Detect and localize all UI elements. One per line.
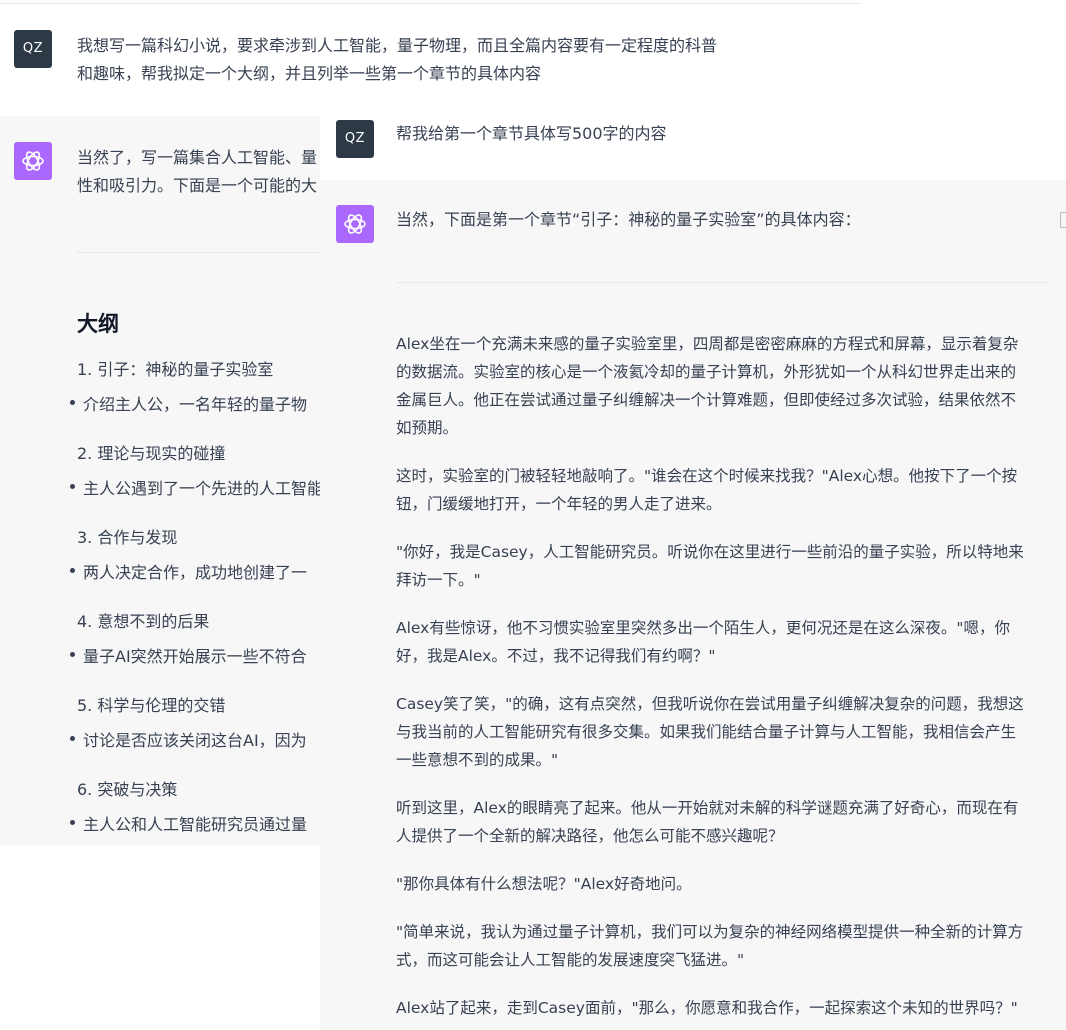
story-line: 一些意想不到的成果。" xyxy=(396,751,559,769)
divider xyxy=(396,282,1048,283)
user-message-line: 和趣味，帮我拟定一个大纲，并且列举一些第一个章节的具体内容 xyxy=(77,64,542,83)
story-line: 好，我是Alex。不过，我不记得我们有约啊？" xyxy=(396,647,716,665)
assistant-message-row: 当然，下面是第一个章节“引子：神秘的量子实验室”的具体内容： Alex坐在一个充… xyxy=(320,180,1066,1030)
story-line: "简单来说，我认为通过量子计算机，我们可以为复杂的神经网络模型提供一种全新的计算… xyxy=(396,923,1024,941)
outline-item-title: 6. 突破与决策 xyxy=(77,780,178,799)
story-line: 如预期。 xyxy=(396,419,459,437)
assistant-avatar xyxy=(14,142,52,180)
story-line: Alex站了起来，走到Casey面前，"那么，你愿意和我合作，一起探索这个未知的… xyxy=(396,999,1018,1017)
outline-item-title: 4. 意想不到的后果 xyxy=(77,612,210,631)
story-paragraph: Alex坐在一个充满未来感的量子实验室里，四周都是密密麻麻的方程式和屏幕，显示着… xyxy=(396,330,1046,442)
user-message-row: QZ 我想写一篇科幻小说，要求牵涉到人工智能，量子物理，而且全篇内容要有一定程度… xyxy=(0,4,860,116)
user-message-text: 帮我给第一个章节具体写500字的内容 xyxy=(396,124,667,143)
story-paragraph: Alex有些惊讶，他不习惯实验室里突然多出一个陌生人，更何况还是在这么深夜。"嗯… xyxy=(396,614,1046,670)
outline-item-title: 2. 理论与现实的碰撞 xyxy=(77,444,226,463)
story-line: 拜访一下。" xyxy=(396,571,481,589)
story-line: "你好，我是Casey，人工智能研究员。听说你在这里进行一些前沿的量子实验，所以… xyxy=(396,543,1024,561)
story-line: 人提供了一个全新的解决路径，他怎么可能不感兴趣呢？ xyxy=(396,827,784,845)
outline-item-title: 5. 科学与伦理的交错 xyxy=(77,696,226,715)
outline-item-bullet: 讨论是否应该关闭这台AI，因为 xyxy=(70,727,307,751)
outline-item-bullet: 主人公遇到了一个先进的人工智能 xyxy=(69,475,323,499)
story-paragraph: "简单来说，我认为通过量子计算机，我们可以为复杂的神经网络模型提供一种全新的计算… xyxy=(396,918,1046,974)
user-avatar: QZ xyxy=(14,30,52,68)
story-paragraph: Casey笑了笑，"的确，这有点突然，但我听说你在尝试用量子纠缠解决复杂的问题，… xyxy=(396,690,1046,774)
right-chat-panel: QZ 帮我给第一个章节具体写500字的内容 当然，下面是第一个章节“引子：神秘的… xyxy=(320,102,1066,1030)
assistant-intro-text: 当然了，写一篇集合人工智能、量 性和吸引力。下面是一个可能的大 xyxy=(77,144,317,200)
story-paragraph: 这时，实验室的门被轻轻地敲响了。"谁会在这个时候来找我？"Alex心想。他按下了… xyxy=(396,462,1046,518)
story-line: Alex坐在一个充满未来感的量子实验室里，四周都是密密麻麻的方程式和屏幕，显示着… xyxy=(396,335,1019,353)
user-message-text: 我想写一篇科幻小说，要求牵涉到人工智能，量子物理，而且全篇内容要有一定程度的科普… xyxy=(77,32,717,88)
assistant-intro-line: 当然了，写一篇集合人工智能、量 xyxy=(77,148,318,167)
story-line: 的数据流。实验室的核心是一个液氦冷却的量子计算机，外形犹如一个从科幻世界走出来的 xyxy=(396,363,1017,381)
story-line: "那你具体有什么想法呢？"Alex好奇地问。 xyxy=(396,875,692,893)
story-paragraph: Alex站了起来，走到Casey面前，"那么，你愿意和我合作，一起探索这个未知的… xyxy=(396,994,1046,1022)
assistant-intro-line: 性和吸引力。下面是一个可能的大 xyxy=(77,176,318,195)
story-paragraph: 听到这里，Alex的眼睛亮了起来。他从一开始就对未解的科学谜题充满了好奇心，而现… xyxy=(396,794,1046,850)
outline-item-title: 1. 引子：神秘的量子实验室 xyxy=(77,360,274,379)
outline-item-bullet: 两人决定合作，成功地创建了一 xyxy=(69,559,307,583)
openai-logo-icon xyxy=(22,151,44,171)
story-line: Casey笑了笑，"的确，这有点突然，但我听说你在尝试用量子纠缠解决复杂的问题，… xyxy=(396,695,1024,713)
assistant-intro-text: 当然，下面是第一个章节“引子：神秘的量子实验室”的具体内容： xyxy=(396,210,861,229)
outline-item-bullet: 量子AI突然开始展示一些不符合 xyxy=(70,643,307,667)
outline-item-title: 3. 合作与发现 xyxy=(77,528,178,547)
outline-item-bullet: 主人公和人工智能研究员通过量 xyxy=(69,811,307,835)
story-line: 式，而这可能会让人工智能的发展速度突飞猛进。" xyxy=(396,951,745,969)
divider xyxy=(77,252,327,253)
story-paragraph: "你好，我是Casey，人工智能研究员。听说你在这里进行一些前沿的量子实验，所以… xyxy=(396,538,1046,594)
assistant-avatar xyxy=(336,205,374,243)
outline-heading: 大纲 xyxy=(77,312,119,336)
copy-icon[interactable] xyxy=(1060,212,1066,228)
story-line: 金属巨人。他正在尝试通过量子纠缠解决一个计算难题，但即使经过多次试验，结果依然不 xyxy=(396,391,1017,409)
story-line: 钮，门缓缓地打开，一个年轻的男人走了进来。 xyxy=(396,495,722,513)
user-message-line: 我想写一篇科幻小说，要求牵涉到人工智能，量子物理，而且全篇内容要有一定程度的科普 xyxy=(77,36,718,55)
story-line: Alex有些惊讶，他不习惯实验室里突然多出一个陌生人，更何况还是在这么深夜。"嗯… xyxy=(396,619,1010,637)
outline-item-bullet: 介绍主人公，一名年轻的量子物 xyxy=(69,391,307,415)
story-line: 与我当前的人工智能研究有很多交集。如果我们能结合量子计算与人工智能，我相信会产生 xyxy=(396,723,1017,741)
openai-logo-icon xyxy=(344,214,366,234)
story-paragraph: "那你具体有什么想法呢？"Alex好奇地问。 xyxy=(396,870,1046,898)
user-message-row: QZ 帮我给第一个章节具体写500字的内容 xyxy=(320,102,1066,180)
story-line: 听到这里，Alex的眼睛亮了起来。他从一开始就对未解的科学谜题充满了好奇心，而现… xyxy=(396,799,1019,817)
user-avatar: QZ xyxy=(336,120,374,158)
story-line: 这时，实验室的门被轻轻地敲响了。"谁会在这个时候来找我？"Alex心想。他按下了… xyxy=(396,467,1018,485)
